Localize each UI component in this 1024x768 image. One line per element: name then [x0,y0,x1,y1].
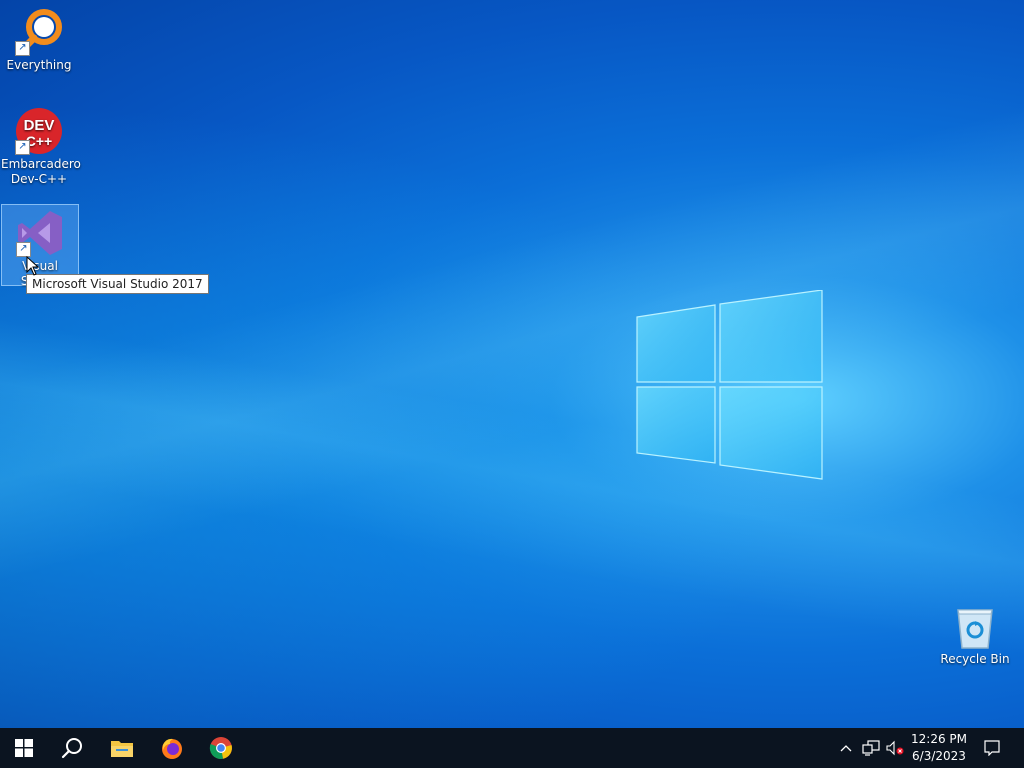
chevron-up-icon [840,745,852,752]
devcpp-badge-top: DEV [24,117,55,134]
desktop-icon-label: Recycle Bin [940,652,1010,666]
action-center-icon [984,740,1000,756]
firefox-icon [162,738,182,759]
windows-start-icon [15,739,33,757]
shortcut-arrow-icon: ↗ [15,140,30,155]
search-button[interactable] [48,728,96,768]
desktop-icon-label-line2: Dev-C++ [10,172,68,186]
folder-icon [111,741,133,757]
desktop-icon-devcpp[interactable]: DEV C++ ↗ Embarcadero Dev-C++ [1,103,81,187]
clock-time: 12:26 PM [911,732,967,746]
search-icon [61,738,82,759]
tooltip: Microsoft Visual Studio 2017 [26,274,209,294]
taskbar-firefox[interactable] [148,728,196,768]
shortcut-arrow-icon: ↗ [15,41,30,56]
clock-date: 6/3/2023 [912,749,966,763]
taskbar-chrome[interactable] [197,728,245,768]
desktop-icon-label: Everything [6,58,72,72]
recycle-bin-icon [957,609,993,649]
network-tray-button[interactable] [860,728,882,768]
desktop-icon-recycle-bin[interactable]: Recycle Bin [937,598,1013,667]
taskbar-file-explorer[interactable] [98,728,146,768]
system-clock[interactable]: 12:26 PM 6/3/2023 [904,731,974,765]
volume-muted-icon [886,740,904,756]
wallpaper-ray [0,0,1024,728]
shortcut-arrow-icon: ↗ [16,242,31,257]
taskbar: 12:26 PM 6/3/2023 [0,728,1024,768]
action-center-button[interactable] [978,728,1006,768]
wallpaper-ray [0,0,1024,728]
desktop-icon-everything[interactable]: ↗ Everything [1,4,77,73]
show-hidden-icons-button[interactable] [836,728,856,768]
desktop-icon-label-line1: Embarcadero [1,157,81,171]
start-button[interactable] [0,728,48,768]
chrome-icon [209,737,232,760]
volume-tray-button[interactable] [884,728,906,768]
wallpaper-glow [0,0,1024,728]
windows-logo-wallpaper [636,290,823,480]
mouse-cursor-icon [26,256,40,276]
network-icon [862,740,880,756]
